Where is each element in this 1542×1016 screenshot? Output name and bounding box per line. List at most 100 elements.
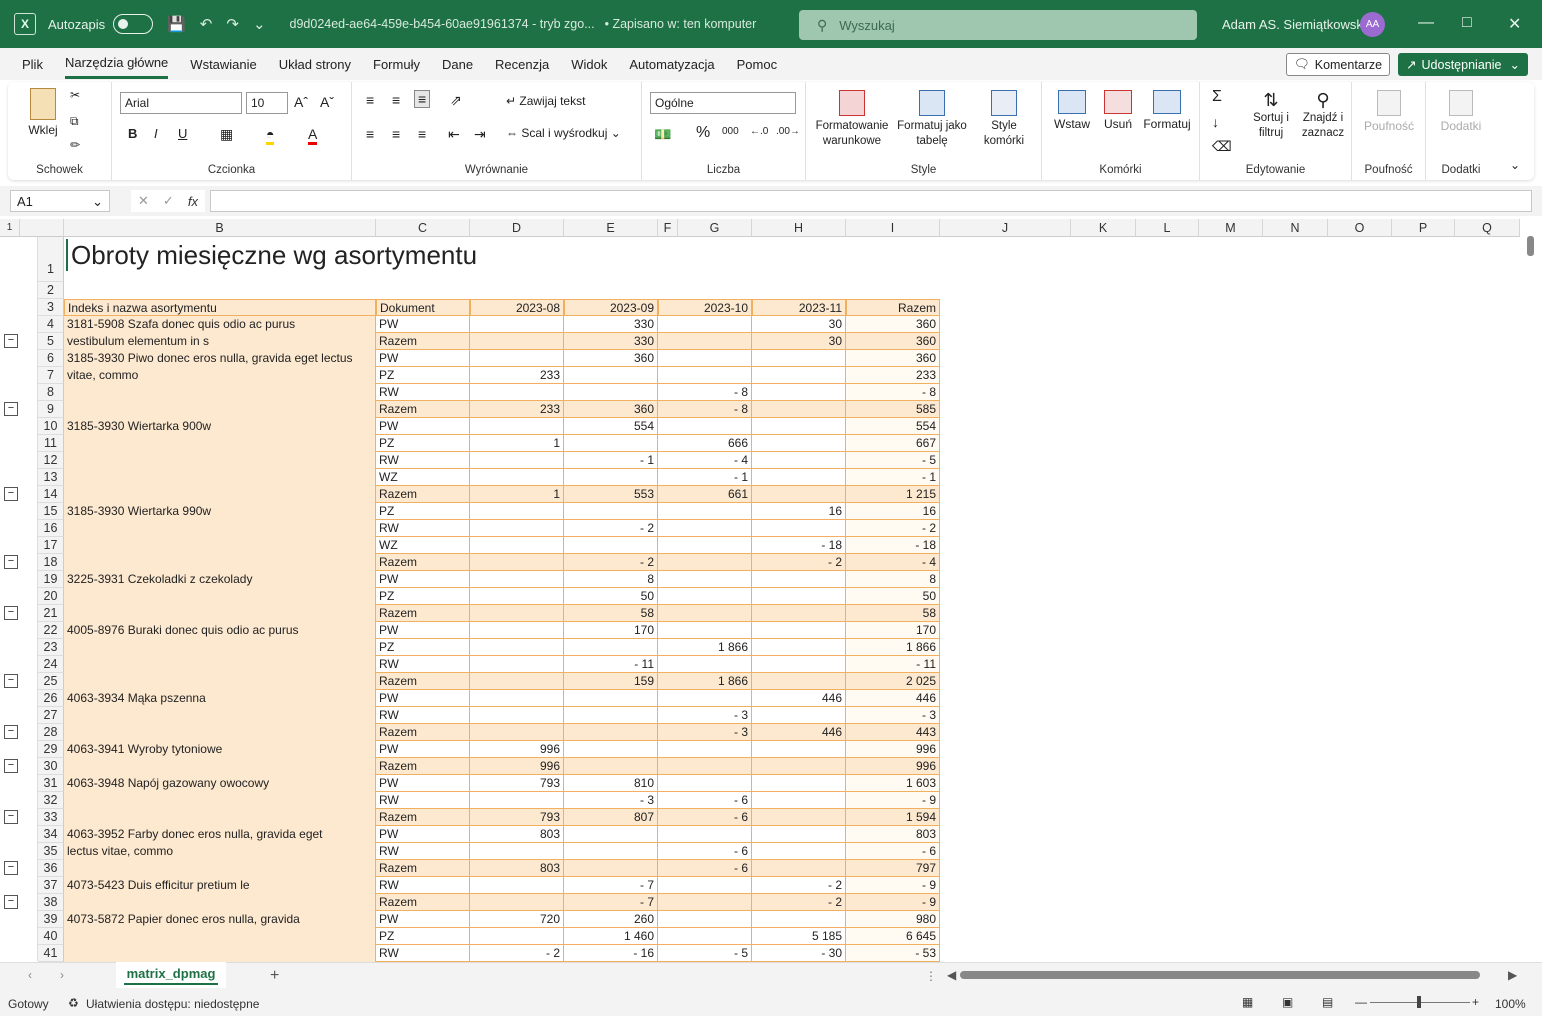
document-cell[interactable]: PZ (376, 503, 470, 520)
value-cell[interactable]: - 3 (564, 792, 658, 809)
item-name-cell[interactable] (64, 639, 376, 656)
row-header-11[interactable]: 11 (38, 435, 64, 452)
value-cell[interactable] (658, 418, 752, 435)
tab-file[interactable]: Plik (22, 51, 43, 78)
column-label[interactable]: 2023-11 (752, 299, 846, 316)
value-cell[interactable] (752, 571, 846, 588)
row-header-14[interactable]: 14 (38, 486, 64, 503)
value-cell[interactable] (752, 367, 846, 384)
row-header-8[interactable]: 8 (38, 384, 64, 401)
cell-styles-button[interactable]: Style komórki (974, 90, 1034, 149)
value-cell[interactable] (470, 418, 564, 435)
value-cell[interactable] (752, 843, 846, 860)
document-cell[interactable]: PZ (376, 588, 470, 605)
cut-icon[interactable]: ✂ (70, 88, 80, 102)
value-cell[interactable] (564, 860, 658, 877)
value-cell[interactable] (470, 316, 564, 333)
value-cell[interactable]: - 7 (564, 894, 658, 911)
item-name-cell[interactable] (64, 792, 376, 809)
tab-insert[interactable]: Wstawianie (190, 51, 256, 78)
value-cell[interactable]: 585 (846, 401, 940, 418)
value-cell[interactable]: 8 (564, 571, 658, 588)
row-header-24[interactable]: 24 (38, 656, 64, 673)
row-header-25[interactable]: 25 (38, 673, 64, 690)
value-cell[interactable] (752, 605, 846, 622)
row-header-34[interactable]: 34 (38, 826, 64, 843)
tab-home[interactable]: Narzędzia główne (64, 49, 169, 79)
value-cell[interactable] (564, 690, 658, 707)
value-cell[interactable]: 1 594 (846, 809, 940, 826)
collapse-group-button[interactable]: − (4, 334, 18, 348)
value-cell[interactable] (470, 350, 564, 367)
document-cell[interactable]: PW (376, 571, 470, 588)
value-cell[interactable]: - 11 (846, 656, 940, 673)
column-label[interactable]: Dokument (376, 299, 470, 316)
row-header-9[interactable]: 9 (38, 401, 64, 418)
value-cell[interactable]: 260 (564, 911, 658, 928)
item-name-cell[interactable] (64, 928, 376, 945)
value-cell[interactable]: 666 (658, 435, 752, 452)
autosum-icon[interactable]: Σ (1212, 88, 1222, 106)
value-cell[interactable] (658, 503, 752, 520)
value-cell[interactable]: 330 (564, 316, 658, 333)
row-header-1[interactable]: 1 (38, 237, 64, 282)
value-cell[interactable] (564, 384, 658, 401)
document-cell[interactable]: RW (376, 707, 470, 724)
value-cell[interactable] (564, 503, 658, 520)
document-cell[interactable]: PZ (376, 928, 470, 945)
value-cell[interactable] (470, 877, 564, 894)
value-cell[interactable] (658, 537, 752, 554)
value-cell[interactable] (470, 384, 564, 401)
value-cell[interactable] (752, 350, 846, 367)
increase-indent-icon[interactable]: ⇥ (474, 126, 486, 143)
column-header-d[interactable]: D (470, 219, 564, 237)
item-name-cell[interactable]: 4073-5872 Papier donec eros nulla, gravi… (64, 911, 376, 928)
value-cell[interactable] (470, 894, 564, 911)
value-cell[interactable]: - 3 (846, 707, 940, 724)
value-cell[interactable] (752, 792, 846, 809)
value-cell[interactable] (470, 928, 564, 945)
value-cell[interactable]: 553 (564, 486, 658, 503)
value-cell[interactable] (752, 384, 846, 401)
item-name-cell[interactable]: 4005-8976 Buraki donec quis odio ac puru… (64, 622, 376, 639)
undo-icon[interactable]: ↶ (200, 15, 213, 33)
value-cell[interactable]: - 9 (846, 792, 940, 809)
outline-level-1[interactable]: 1 (0, 219, 20, 237)
item-name-cell[interactable]: 3225-3931 Czekoladki z czekolady (64, 571, 376, 588)
value-cell[interactable]: - 6 (658, 860, 752, 877)
value-cell[interactable] (470, 503, 564, 520)
value-cell[interactable]: 233 (470, 367, 564, 384)
item-name-cell[interactable] (64, 435, 376, 452)
value-cell[interactable]: - 30 (752, 945, 846, 962)
document-cell[interactable]: Razem (376, 758, 470, 775)
value-cell[interactable]: 2 025 (846, 673, 940, 690)
page-break-view-icon[interactable]: ▤ (1322, 995, 1333, 1009)
row-header-20[interactable]: 20 (38, 588, 64, 605)
column-header-q[interactable]: Q (1455, 219, 1520, 237)
value-cell[interactable] (564, 537, 658, 554)
value-cell[interactable]: 554 (846, 418, 940, 435)
prev-sheet-icon[interactable]: ‹ (28, 968, 32, 982)
cancel-icon[interactable]: ✕ (138, 193, 149, 209)
column-header-g[interactable]: G (678, 219, 752, 237)
item-name-cell[interactable]: 4073-5423 Duis efficitur pretium le (64, 877, 376, 894)
value-cell[interactable]: - 2 (846, 520, 940, 537)
document-cell[interactable]: PW (376, 911, 470, 928)
value-cell[interactable] (752, 673, 846, 690)
value-cell[interactable] (752, 418, 846, 435)
value-cell[interactable] (564, 469, 658, 486)
row-header-16[interactable]: 16 (38, 520, 64, 537)
value-cell[interactable] (658, 554, 752, 571)
value-cell[interactable]: 5 185 (752, 928, 846, 945)
value-cell[interactable] (658, 894, 752, 911)
value-cell[interactable]: - 3 (658, 724, 752, 741)
value-cell[interactable] (658, 826, 752, 843)
row-header-33[interactable]: 33 (38, 809, 64, 826)
document-cell[interactable]: RW (376, 452, 470, 469)
sheet-tab-matrix[interactable]: matrix_dpmag (116, 962, 226, 988)
align-top-icon[interactable]: ≡ (366, 92, 374, 108)
normal-view-icon[interactable]: ▦ (1242, 995, 1253, 1009)
row-header-7[interactable]: 7 (38, 367, 64, 384)
delete-cells-button[interactable]: Usuń (1098, 90, 1138, 131)
value-cell[interactable]: 803 (470, 860, 564, 877)
